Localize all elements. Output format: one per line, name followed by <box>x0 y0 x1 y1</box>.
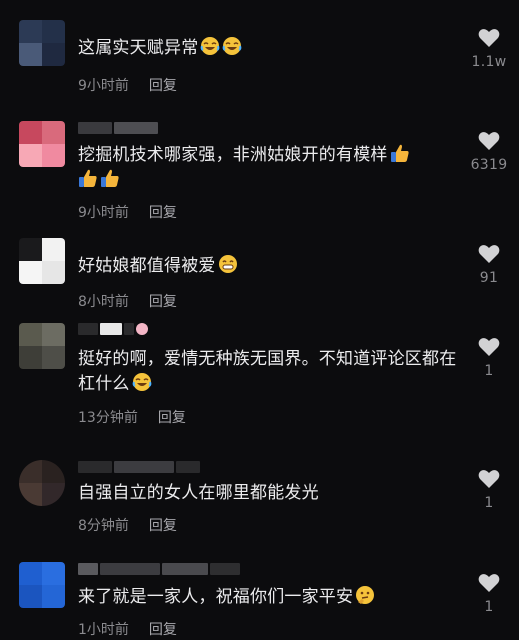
avatar[interactable] <box>19 562 65 608</box>
comment-meta: 1小时前 回复 <box>78 619 177 639</box>
laugh-cry-icon <box>223 37 242 55</box>
username-blurred[interactable] <box>78 461 200 473</box>
comment-text-content: 挖掘机技术哪家强，非洲姑娘开的有模样 <box>78 145 388 165</box>
reply-button[interactable]: 回复 <box>149 202 177 222</box>
comment-time: 9小时前 <box>78 205 129 221</box>
thinking-icon <box>356 586 375 604</box>
comment-text-content: 好姑娘都值得被爱 <box>78 256 216 276</box>
reply-button[interactable]: 回复 <box>149 515 177 535</box>
username-blurred[interactable] <box>78 563 240 575</box>
like-count: 1 <box>484 495 494 511</box>
thumbs-up-icon <box>390 144 409 162</box>
comment-text-content: 来了就是一家人，祝福你们一家平安 <box>78 587 354 607</box>
like-count: 1.1w <box>471 54 507 70</box>
heart-icon <box>478 470 500 488</box>
avatar[interactable] <box>19 20 65 66</box>
grin-icon <box>218 255 237 273</box>
comment-text: 这属实天赋异常 <box>78 36 463 61</box>
like-count: 1 <box>484 599 494 615</box>
like-button[interactable]: 91 <box>468 244 510 286</box>
comment-text: 来了就是一家人，祝福你们一家平安 <box>78 585 463 610</box>
avatar[interactable] <box>19 121 65 167</box>
comment-text: 挖掘机技术哪家强，非洲姑娘开的有模样 <box>78 143 463 193</box>
comment-time: 1小时前 <box>78 622 129 638</box>
like-button[interactable]: 6319 <box>468 131 510 173</box>
comment-text-content: 自强自立的女人在哪里都能发光 <box>78 483 319 503</box>
heart-icon <box>478 245 500 263</box>
comment-text-content: 这属实天赋异常 <box>78 38 199 58</box>
heart-icon <box>478 338 500 356</box>
comment-meta: 13分钟前 回复 <box>78 407 186 427</box>
comment-meta: 9小时前 回复 <box>78 202 177 222</box>
like-button[interactable]: 1.1w <box>468 28 510 70</box>
like-button[interactable]: 1 <box>468 573 510 615</box>
comment-meta: 8分钟前 回复 <box>78 515 177 535</box>
laugh-cry-icon <box>132 373 151 391</box>
like-count: 6319 <box>470 157 508 173</box>
avatar[interactable] <box>19 323 65 369</box>
comment-meta: 9小时前 回复 <box>78 75 177 95</box>
comment-time: 9小时前 <box>78 78 129 94</box>
comment-time: 8小时前 <box>78 294 129 310</box>
heart-icon <box>478 132 500 150</box>
reply-button[interactable]: 回复 <box>149 619 177 639</box>
avatar[interactable] <box>19 460 65 506</box>
heart-icon <box>478 574 500 592</box>
like-count: 91 <box>479 270 499 286</box>
reply-button[interactable]: 回复 <box>158 407 186 427</box>
comment-time: 8分钟前 <box>78 518 129 534</box>
comment-text: 自强自立的女人在哪里都能发光 <box>78 481 463 506</box>
comment-text: 好姑娘都值得被爱 <box>78 254 463 279</box>
heart-icon <box>478 29 500 47</box>
reply-button[interactable]: 回复 <box>149 291 177 311</box>
laugh-cry-icon <box>201 37 220 55</box>
comment-meta: 8小时前 回复 <box>78 291 177 311</box>
thumbs-up-icon <box>101 169 119 187</box>
comment-time: 13分钟前 <box>78 410 138 426</box>
like-count: 1 <box>484 363 494 379</box>
reply-button[interactable]: 回复 <box>149 75 177 95</box>
like-button[interactable]: 1 <box>468 469 510 511</box>
username-blurred[interactable] <box>78 323 148 335</box>
avatar[interactable] <box>19 238 65 284</box>
username-blurred[interactable] <box>78 122 158 134</box>
comment-text: 挺好的啊，爱情无种族无国界。不知道评论区都在杠什么 <box>78 347 463 397</box>
like-button[interactable]: 1 <box>468 337 510 379</box>
thumbs-up-icon <box>79 169 97 187</box>
